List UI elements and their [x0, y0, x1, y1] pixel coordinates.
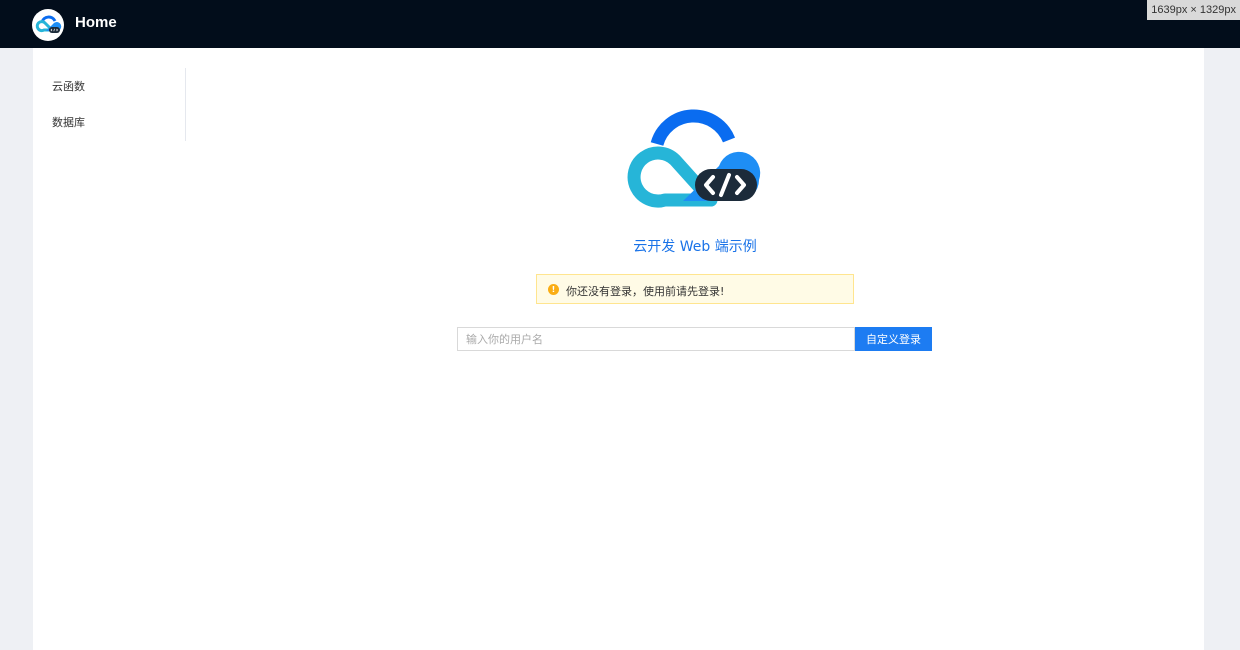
custom-login-button[interactable]: 自定义登录	[855, 327, 932, 351]
sidebar-item-database[interactable]: 数据库	[52, 114, 85, 130]
cloudbase-logo-icon[interactable]	[32, 9, 64, 41]
cloudbase-logo-icon	[627, 109, 761, 208]
alert-message: 你还没有登录，使用前请先登录!	[566, 285, 725, 298]
warning-icon: !	[548, 284, 559, 295]
sidebar-item-cloud-functions[interactable]: 云函数	[52, 78, 85, 94]
top-bar: Home	[0, 0, 1240, 48]
sidebar: 云函数 数据库	[33, 68, 186, 141]
main-content: 云函数 数据库 云开发 Web 端示例 ! 你还没有登录，使用前请先登录! 自定…	[33, 48, 1204, 650]
login-warning-alert: ! 你还没有登录，使用前请先登录!	[536, 274, 854, 304]
header-title[interactable]: Home	[75, 14, 117, 31]
page-title: 云开发 Web 端示例	[633, 239, 757, 255]
size-tag: 1639px × 1329px	[1147, 0, 1240, 20]
username-input[interactable]	[457, 327, 855, 351]
